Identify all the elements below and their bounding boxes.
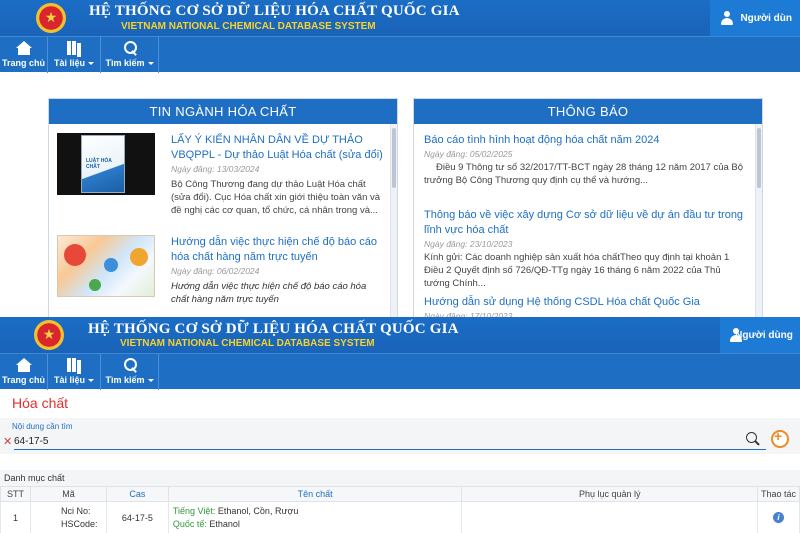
notice-title[interactable]: Hướng dẫn sử dụng Hệ thống CSDL Hóa chất… bbox=[424, 295, 748, 310]
chevron-down-icon bbox=[88, 62, 94, 66]
cell-phuluc bbox=[461, 501, 758, 533]
second-nav: Trang chủ Tài liệu Tìm kiếm bbox=[0, 353, 800, 390]
ma-nci: Nci No: bbox=[60, 505, 91, 516]
chevron-down-icon bbox=[147, 62, 154, 66]
site-subtitle: VIETNAM NATIONAL CHEMICAL DATABASE SYSTE… bbox=[120, 338, 375, 349]
notice-item[interactable]: Báo cáo tình hình hoạt động hóa chất năm… bbox=[424, 133, 748, 187]
nav-home-label: Trang chủ bbox=[1, 375, 45, 385]
nav-home-label: Trang chủ bbox=[1, 58, 45, 68]
nav-home[interactable]: Trang chủ bbox=[0, 354, 48, 390]
top-nav: Trang chủ Tài liệu Tìm kiếm bbox=[0, 36, 800, 73]
news-panel: TIN NGÀNH HÓA CHẤT LUẬT HÓA CHẤT LẤY Ý K… bbox=[48, 98, 398, 320]
page: HỆ THỐNG CƠ SỞ DỮ LIỆU HÓA CHẤT QUỐC GIA… bbox=[0, 0, 800, 533]
book-cover-image: LUẬT HÓA CHẤT bbox=[81, 135, 125, 193]
site-subtitle: VIETNAM NATIONAL CHEMICAL DATABASE SYSTE… bbox=[121, 21, 376, 32]
clear-icon[interactable]: ✕ bbox=[3, 435, 12, 448]
col-thaotac: Thao tác bbox=[757, 486, 800, 502]
home-icon bbox=[15, 358, 32, 372]
news-title[interactable]: Hướng dẫn việc thực hiện chế độ báo cáo … bbox=[171, 235, 383, 265]
news-date: Ngày đăng: 06/02/2024 bbox=[171, 266, 260, 276]
user-button[interactable]: Người dùng bbox=[720, 317, 800, 353]
user-label: Người dùn bbox=[740, 12, 792, 24]
books-icon bbox=[66, 358, 82, 372]
search-icon bbox=[122, 358, 138, 372]
notice-panel: THÔNG BÁO Báo cáo tình hình hoạt động hó… bbox=[413, 98, 763, 320]
name-intl: Ethanol bbox=[206, 518, 240, 529]
col-phuluc: Phụ lục quản lý bbox=[461, 486, 758, 502]
cell-actions: i bbox=[757, 501, 800, 533]
info-icon[interactable]: i bbox=[773, 512, 784, 523]
nav-search[interactable]: Tìm kiếm bbox=[101, 37, 159, 73]
emblem-icon[interactable] bbox=[36, 3, 66, 33]
name-vn-label: Tiếng Việt: bbox=[172, 505, 216, 516]
search-label: Nội dung cần tìm bbox=[12, 422, 73, 431]
nav-search[interactable]: Tìm kiếm bbox=[101, 354, 159, 390]
notice-title[interactable]: Báo cáo tình hình hoạt động hóa chất năm… bbox=[424, 133, 748, 148]
nav-docs[interactable]: Tài liệu bbox=[48, 354, 101, 390]
news-thumbnail[interactable] bbox=[57, 235, 155, 297]
notice-scrollbar[interactable] bbox=[755, 124, 762, 319]
news-panel-title: TIN NGÀNH HÓA CHẤT bbox=[49, 99, 397, 124]
home-icon bbox=[15, 41, 32, 55]
page-title: Hóa chất bbox=[12, 395, 69, 411]
magnifier-icon[interactable] bbox=[746, 432, 760, 446]
user-button[interactable]: Người dùn bbox=[710, 0, 800, 36]
nav-docs[interactable]: Tài liệu bbox=[48, 37, 101, 73]
chevron-down-icon bbox=[147, 379, 154, 383]
site-title: HỆ THỐNG CƠ SỞ DỮ LIỆU HÓA CHẤT QUỐC GIA bbox=[89, 3, 460, 19]
chemical-table: STT Mã Cas Tên chất Phụ lục quản lý Thao… bbox=[0, 486, 800, 533]
col-stt: STT bbox=[0, 486, 31, 502]
chevron-down-icon bbox=[88, 379, 94, 383]
notice-item[interactable]: Thông báo về việc xây dựng Cơ sở dữ liệu… bbox=[424, 208, 748, 290]
nav-search-label: Tìm kiếm bbox=[105, 375, 145, 385]
name-vn: Ethanol, Cồn, Rượu bbox=[215, 505, 299, 516]
notice-desc: Kính gửi: Các doanh nghiệp sản xuất hóa … bbox=[424, 252, 730, 289]
col-cas[interactable]: Cas bbox=[105, 486, 169, 502]
nav-search-label: Tìm kiếm bbox=[105, 58, 145, 68]
site-title: HỆ THỐNG CƠ SỞ DỮ LIỆU HÓA CHẤT QUỐC GIA bbox=[88, 321, 459, 337]
search-icon bbox=[122, 41, 138, 55]
user-label: Người dùng bbox=[735, 329, 793, 341]
col-ma: Mã bbox=[29, 486, 107, 502]
news-date: Ngày đăng: 13/03/2024 bbox=[171, 164, 260, 174]
col-ten[interactable]: Tên chất bbox=[167, 486, 463, 502]
user-icon bbox=[720, 11, 734, 25]
cell-ma: Nci No: HSCode: bbox=[29, 501, 107, 533]
news-scrollbar[interactable] bbox=[390, 124, 397, 319]
book-cover-text: LUẬT HÓA CHẤT bbox=[86, 158, 112, 170]
notice-date: Ngày đăng: 05/02/2025 bbox=[424, 149, 513, 159]
cell-ten: Tiếng Việt: Ethanol, Cồn, Rượu Quốc tế: … bbox=[167, 501, 463, 533]
table-row[interactable]: 1 Nci No: HSCode: 64-17-5 Tiếng Việt: Et… bbox=[0, 501, 800, 533]
search-input[interactable] bbox=[14, 434, 766, 450]
notice-panel-title: THÔNG BÁO bbox=[414, 99, 762, 124]
table-header-row: STT Mã Cas Tên chất Phụ lục quản lý Thao… bbox=[0, 486, 800, 502]
books-icon bbox=[66, 41, 82, 55]
name-intl-label: Quốc tế: bbox=[172, 518, 207, 529]
news-desc: Bộ Công Thương đang dự thảo Luật Hóa chấ… bbox=[171, 179, 381, 216]
news-desc: Hướng dẫn việc thực hiện chế độ báo cáo … bbox=[171, 281, 367, 305]
nav-docs-label: Tài liệu bbox=[53, 375, 85, 385]
notice-desc: Điều 9 Thông tư số 32/2017/TT-BCT ngày 2… bbox=[424, 162, 744, 186]
cell-stt: 1 bbox=[0, 501, 31, 533]
top-header: HỆ THỐNG CƠ SỞ DỮ LIỆU HÓA CHẤT QUỐC GIA… bbox=[0, 0, 800, 36]
list-title: Danh mục chất bbox=[0, 470, 800, 486]
add-icon[interactable] bbox=[771, 428, 791, 450]
notice-title[interactable]: Thông báo về việc xây dựng Cơ sở dữ liệu… bbox=[424, 208, 748, 238]
cell-cas: 64-17-5 bbox=[105, 501, 169, 533]
notice-date: Ngày đăng: 23/10/2023 bbox=[424, 239, 513, 249]
search-bar: Nội dung cần tìm ✕ bbox=[0, 418, 800, 454]
second-header: HỆ THỐNG CƠ SỞ DỮ LIỆU HÓA CHẤT QUỐC GIA… bbox=[0, 317, 800, 353]
ma-hscode: HSCode: bbox=[60, 518, 98, 529]
nav-home[interactable]: Trang chủ bbox=[0, 37, 48, 73]
news-title[interactable]: LẤY Ý KIẾN NHÂN DÂN VỀ DỰ THẢO VBQPPL - … bbox=[171, 133, 383, 163]
nav-docs-label: Tài liệu bbox=[53, 58, 85, 68]
news-thumbnail[interactable]: LUẬT HÓA CHẤT bbox=[57, 133, 155, 195]
emblem-icon[interactable] bbox=[34, 320, 64, 350]
